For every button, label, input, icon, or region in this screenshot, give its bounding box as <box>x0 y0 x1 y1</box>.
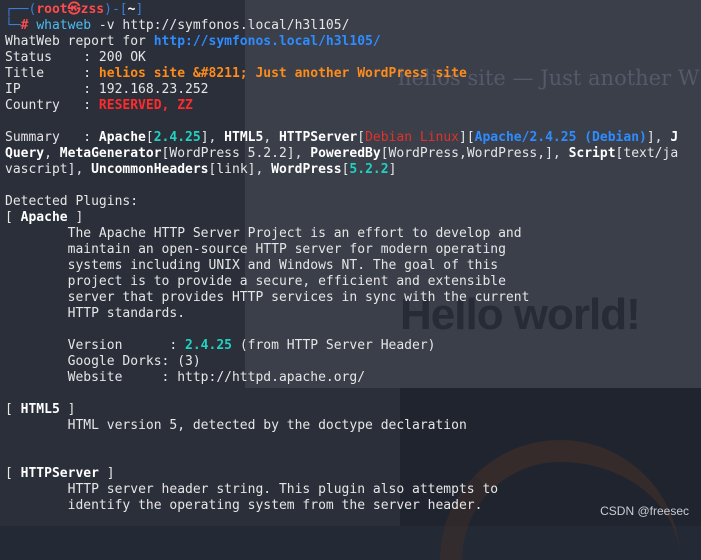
plugin-apache-heading: [ Apache ] <box>5 210 84 225</box>
prompt-line-1: ┌──(root㉿zss)-[~] <box>5 2 144 17</box>
title-value: helios site &#8211; Just another WordPre… <box>98 66 467 81</box>
plugin-apache-website: Website : http://httpd.apache.org/ <box>67 370 366 385</box>
summary-line-1: Summary : Apache[2.4.25], HTML5, HTTPSer… <box>5 130 679 145</box>
report-url: http://symfonos.local/h3l105/ <box>153 34 381 49</box>
plugin-apache-desc: HTTP standards. <box>67 306 186 321</box>
terminal-output[interactable]: ┌──(root㉿zss)-[~] └─# whatweb -v http://… <box>5 2 678 514</box>
plugin-httpserver-desc: identify the operating system from the s… <box>67 498 483 513</box>
command-name: whatweb <box>36 18 92 33</box>
prompt-host: zss <box>80 2 105 17</box>
title-row: Title : helios site &#8211; Just another… <box>5 66 467 81</box>
status-value: 200 OK <box>98 50 146 65</box>
kali-skull-icon: ㉿ <box>67 2 81 17</box>
report-header: WhatWeb report for http://symfonos.local… <box>5 34 381 49</box>
prompt-symbol: # <box>20 18 29 33</box>
ip-value: 192.168.23.252 <box>98 82 209 97</box>
summary-line-2: Query, MetaGenerator[WordPress 5.2.2], P… <box>5 146 679 161</box>
plugins-heading: Detected Plugins: <box>5 194 139 209</box>
plugin-apache-desc: systems including UNIX and Windows NT. T… <box>67 258 499 273</box>
plugin-httpserver-heading: [ HTTPServer ] <box>5 466 115 481</box>
status-row: Status : 200 OK <box>5 50 146 65</box>
csdn-watermark: CSDN @freesec <box>600 504 689 518</box>
plugin-apache-dorks: Google Dorks: (3) <box>67 354 201 369</box>
plugin-apache-desc: server that provides HTTP services in sy… <box>67 290 530 305</box>
plugin-apache-desc: The Apache HTTP Server Project is an eff… <box>67 226 522 241</box>
plugin-apache-desc: maintain an open-source HTTP server for … <box>67 242 506 257</box>
summary-line-3: vascript], UncommonHeaders[link], WordPr… <box>5 162 397 177</box>
prompt-user: root <box>36 2 68 17</box>
plugin-apache-version: Version : 2.4.25 (from HTTP Server Heade… <box>67 338 436 353</box>
command-args: -v http://symfonos.local/h3l105/ <box>91 18 350 33</box>
plugin-httpserver-desc: HTTP server header string. This plugin a… <box>67 482 499 497</box>
ip-row: IP : 192.168.23.252 <box>5 82 209 97</box>
plugin-html5-heading: [ HTML5 ] <box>5 402 76 417</box>
plugin-apache-desc: project is to provide a secure, efficien… <box>67 274 506 289</box>
country-row: Country : RESERVED, ZZ <box>5 98 193 113</box>
country-value: RESERVED, ZZ <box>98 98 193 113</box>
prompt-line-2: └─# whatweb -v http://symfonos.local/h3l… <box>5 18 350 33</box>
plugin-html5-desc: HTML version 5, detected by the doctype … <box>67 418 467 433</box>
